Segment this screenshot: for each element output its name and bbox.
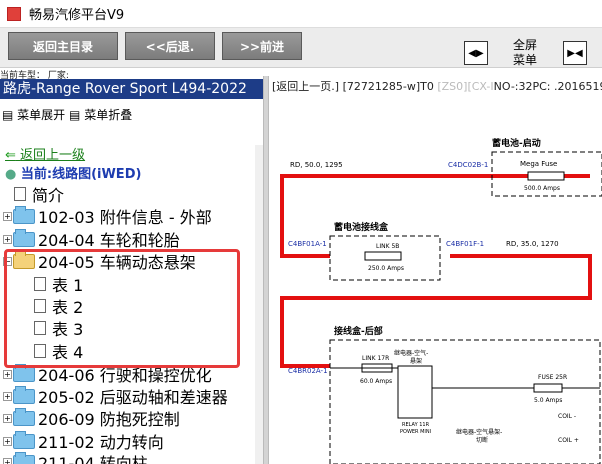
- folder-icon: [13, 228, 35, 247]
- folder-icon: [13, 430, 35, 449]
- tree-item-label: 205-02 后驱动轴和差速器: [38, 388, 228, 407]
- menu-label: 菜单: [512, 53, 537, 67]
- tree-item-205-02[interactable]: + 205-02 后驱动轴和差速器: [3, 385, 228, 407]
- back-button[interactable]: <<后退.: [125, 32, 215, 60]
- tree-item-206-09[interactable]: + 206-09 防抱死控制: [3, 407, 180, 429]
- title-bar: 畅易汽修平台V9: [0, 0, 602, 28]
- relay11r-box: [397, 365, 433, 419]
- doc-id: [72721285-w]T0: [339, 80, 438, 93]
- expand-icon[interactable]: +: [3, 413, 12, 423]
- fullscreen-menu-button[interactable]: 全屏 菜单: [505, 38, 545, 68]
- tree-item-211-04[interactable]: + 211-04 转向柱: [3, 451, 148, 464]
- wire2-label: RD, 35.0, 1270: [506, 240, 559, 248]
- rear-junction-title: 接线盒-后部: [334, 325, 383, 337]
- expand-icon[interactable]: +: [3, 391, 12, 401]
- connector-c4dc02b: C4DC02B-1: [448, 161, 488, 169]
- doc-ref: NO-:32PC: .20165192: [493, 80, 602, 93]
- relay11r-label: RELAY 11R: [402, 422, 430, 428]
- folder-icon: [13, 363, 35, 382]
- fullscreen-label: 全屏: [512, 38, 537, 52]
- expand-panel-icon[interactable]: ▶◀: [563, 41, 587, 65]
- junction-title: 蓄电池接线盒: [334, 221, 389, 233]
- battery-wire-label: RD, 50.0, 1295: [290, 161, 343, 169]
- mega-fuse-label: Mega Fuse: [520, 160, 557, 168]
- link5b-amps: 250.0 Amps: [368, 265, 404, 272]
- coil-minus-label: COIL -: [558, 413, 576, 420]
- expand-icon[interactable]: +: [3, 436, 12, 446]
- expand-icon[interactable]: +: [3, 369, 12, 379]
- relay-cut-label-2: 切断: [476, 436, 488, 444]
- diagram-panel: [返回上一页.] [72721285-w]T0 [ZS0][CX-INO-:32…: [270, 76, 602, 464]
- link17r-amps: 60.0 Amps: [360, 378, 392, 385]
- sidebar-scrollbar[interactable]: [255, 145, 263, 464]
- current-label: 当前:线路图(iWED): [20, 167, 142, 182]
- relay-cut-label: 继电器-空气悬架-: [456, 428, 502, 436]
- fuse25r-symbol: [533, 383, 563, 393]
- wire-red-2: [280, 254, 592, 368]
- folder-icon: [13, 407, 35, 426]
- tree-item-211-02[interactable]: + 211-02 动力转向: [3, 430, 164, 452]
- relay11r-sub: POWER MINI: [400, 429, 431, 435]
- battery-title: 蓄电池-启动: [492, 137, 541, 149]
- folder-icon: [13, 451, 35, 464]
- home-button[interactable]: 返回主目录: [8, 32, 118, 60]
- tree-item-intro[interactable]: 简介: [14, 183, 64, 205]
- tree-item-label: 211-04 转向柱: [38, 454, 148, 464]
- document-path: [返回上一页.] [72721285-w]T0 [ZS0][CX-INO-:32…: [272, 78, 602, 94]
- collapse-panel-icon[interactable]: ◀▶: [464, 41, 488, 65]
- expand-icon[interactable]: +: [3, 234, 12, 244]
- tree-item-label: 204-04 车轮和轮胎: [38, 231, 180, 250]
- link5b-symbol: [364, 251, 402, 261]
- menu-expand-link[interactable]: 菜单展开: [17, 108, 65, 122]
- tree-item-label: 简介: [32, 186, 65, 205]
- forward-button[interactable]: >>前进: [222, 32, 302, 60]
- connector-c4bf01f: C4BF01F-1: [446, 240, 484, 248]
- expand-icon[interactable]: +: [3, 457, 12, 464]
- back-up-link[interactable]: ⇐ 返回上一级: [5, 144, 85, 163]
- menu-toggle: ▤ 菜单展开 ▤ 菜单折叠: [2, 106, 132, 123]
- mega-fuse-symbol: [527, 171, 565, 181]
- arrow-left-icon: ⇐: [5, 148, 16, 163]
- relay-air-label-2: 悬架: [410, 357, 422, 365]
- expand-icon[interactable]: +: [3, 211, 12, 221]
- current-location: ● 当前:线路图(iWED): [5, 163, 141, 182]
- vehicle-name: 路虎-Range Rover Sport L494-2022: [0, 79, 263, 99]
- link17r-label: LINK 17R: [362, 355, 389, 362]
- fuse25r-amps: 5.0 Amps: [534, 397, 562, 404]
- folder-icon: [13, 385, 35, 404]
- tree-item-204-04[interactable]: + 204-04 车轮和轮胎: [3, 228, 180, 250]
- connector-c4br02a: C4BR02A-1: [288, 367, 328, 375]
- user-icon: ●: [5, 167, 17, 182]
- folder-icon: [13, 205, 35, 224]
- panel-splitter[interactable]: [263, 76, 269, 464]
- coil-plus-label: COIL +: [558, 437, 579, 444]
- link5b-label: LINK 5B: [376, 243, 399, 250]
- list-icon: ▤: [2, 108, 14, 122]
- selection-highlight: [4, 249, 240, 368]
- toolbar: 返回主目录 <<后退. >>前进 ◀▶ 全屏 菜单 ▶◀: [0, 28, 602, 68]
- fuse25r-label: FUSE 25R: [538, 374, 567, 381]
- document-icon: [14, 187, 26, 201]
- tree-item-label: 206-09 防抱死控制: [38, 410, 180, 429]
- connector-c4bf01a: C4BF01A-1: [288, 240, 327, 248]
- back-up-label: 返回上一级: [20, 148, 86, 163]
- back-page-link[interactable]: [返回上一页.]: [272, 80, 339, 93]
- tree-item-102-03[interactable]: + 102-03 附件信息 - 外部: [3, 205, 212, 227]
- wiring-diagram: 蓄电池-启动 RD, 50.0, 1295 C4DC02B-1 Mega Fus…: [280, 137, 602, 464]
- relay-air-label: 继电器-空气-: [394, 349, 428, 357]
- window-title: 畅易汽修平台V9: [29, 8, 125, 23]
- menu-collapse-link[interactable]: 菜单折叠: [84, 108, 132, 122]
- list-icon: ▤: [69, 108, 81, 122]
- app-icon: [7, 6, 21, 21]
- tree-item-label: 102-03 附件信息 - 外部: [38, 208, 212, 227]
- mega-fuse-amps: 500.0 Amps: [524, 185, 560, 192]
- doc-code: [ZS0][CX-I: [437, 80, 494, 93]
